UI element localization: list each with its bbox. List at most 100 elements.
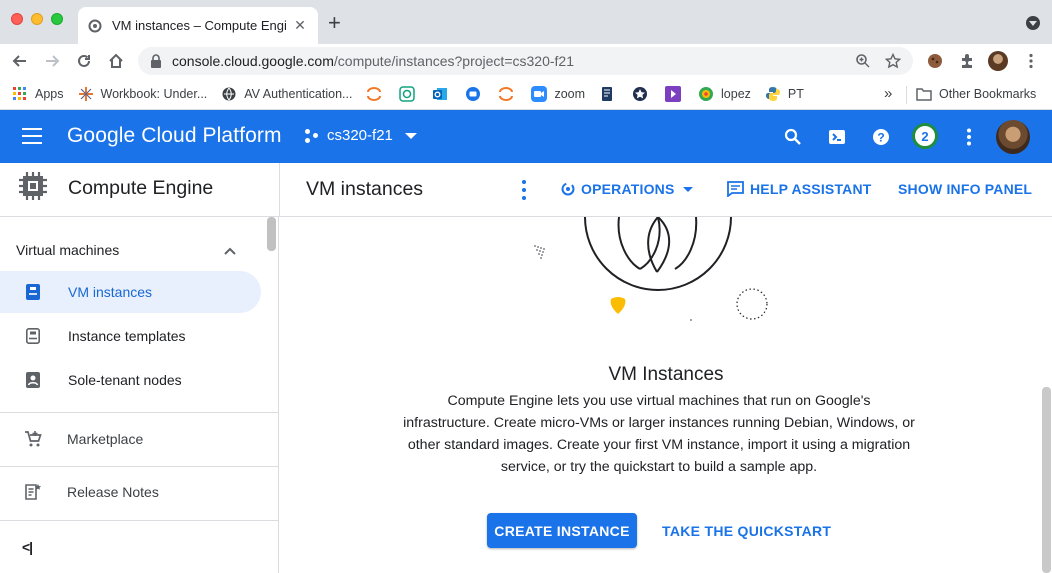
svg-text:?: ? (877, 131, 884, 145)
create-instance-button[interactable]: CREATE INSTANCE (487, 513, 637, 548)
operations-button[interactable]: OPERATIONS (561, 181, 693, 197)
chrome-menu-icon[interactable] (1021, 51, 1041, 71)
notifications-badge[interactable]: 2 (912, 123, 938, 149)
bookmark-av-authentication[interactable]: AV Authentication... (221, 86, 352, 102)
zoom-magnifier-icon[interactable] (853, 51, 873, 71)
sidebar-item-vm-instances[interactable]: VM instances (0, 271, 261, 313)
bookmark-label: AV Authentication... (244, 86, 353, 101)
home-icon[interactable] (105, 50, 127, 72)
forward-icon[interactable] (41, 50, 63, 72)
gcp-logo[interactable]: Google Cloud Platform (67, 124, 282, 148)
url-text: console.cloud.google.com/compute/instanc… (172, 53, 853, 69)
sidebar-item-marketplace[interactable]: Marketplace (0, 417, 279, 461)
collapse-sidebar-button[interactable]: <| (22, 539, 33, 555)
cart-icon (24, 430, 42, 448)
more-bookmarks-chevron[interactable]: » (884, 85, 892, 102)
release-notes-label: Release Notes (67, 484, 159, 500)
operations-label: OPERATIONS (581, 181, 675, 197)
bookmark-chat[interactable] (465, 86, 488, 102)
sidebar-item-label: VM instances (68, 284, 153, 300)
bookmark-label: lopez (721, 86, 751, 101)
cloud-shell-icon[interactable] (826, 126, 848, 148)
operations-icon (561, 182, 575, 196)
sidebar-section-title: Virtual machines (16, 242, 120, 258)
close-window-button[interactable] (11, 13, 23, 25)
account-avatar[interactable] (996, 120, 1030, 154)
product-title: Compute Engine (68, 177, 214, 199)
chevron-up-icon[interactable] (224, 244, 236, 256)
bookmark-apps[interactable]: Apps (12, 86, 64, 102)
gcp-favicon-icon (88, 19, 102, 33)
reload-icon[interactable] (73, 50, 95, 72)
vm-instance-icon (24, 283, 42, 301)
project-dots-icon (303, 128, 319, 144)
subheader-divider (279, 163, 280, 217)
bookmark-label: Apps (35, 86, 64, 101)
sidebar-scrollbar[interactable] (267, 217, 276, 251)
sidebar-divider (0, 520, 279, 521)
minimize-window-button[interactable] (31, 13, 43, 25)
bookmark-doc[interactable] (599, 86, 622, 102)
apps-grid-icon (12, 86, 28, 102)
main-scrollbar[interactable] (1042, 387, 1051, 573)
folder-icon (916, 86, 932, 102)
empty-state-title: VM Instances (608, 364, 724, 385)
browser-tab[interactable]: VM instances – Compute Engin ✕ (78, 7, 318, 44)
new-tab-button[interactable]: + (328, 12, 341, 34)
help-icon[interactable]: ? (870, 126, 892, 148)
search-icon[interactable] (782, 126, 804, 148)
tab-title: VM instances – Compute Engin (112, 18, 286, 33)
maximize-window-button[interactable] (51, 13, 63, 25)
bookmark-outlook[interactable] (432, 86, 455, 102)
bookmark-label: PT (787, 86, 804, 101)
other-bookmarks[interactable]: Other Bookmarks (916, 86, 1036, 102)
badge-icon (632, 86, 648, 102)
bookmark-lopez[interactable]: lopez (698, 86, 751, 102)
bookmark-workbook[interactable]: Workbook: Under... (78, 86, 208, 102)
sidebar: Virtual machines VM instances Instance t… (0, 217, 279, 573)
help-assistant-button[interactable]: HELP ASSISTANT (727, 181, 872, 197)
bookmark-star-icon[interactable] (883, 51, 903, 71)
bookmark-pt[interactable]: PT (765, 86, 804, 102)
release-notes-icon (24, 483, 42, 501)
page-more-vert-icon[interactable] (521, 180, 527, 200)
bookmark-jupyter-2[interactable] (498, 86, 521, 102)
sidebar-item-label: Instance templates (68, 328, 186, 344)
address-bar[interactable]: console.cloud.google.com/compute/instanc… (138, 47, 913, 75)
sidebar-item-instance-templates[interactable]: Instance templates (0, 315, 261, 357)
chevron-down-icon (682, 186, 693, 192)
bookmark-zoom[interactable]: zoom (531, 85, 585, 102)
show-info-panel-button[interactable]: SHOW INFO PANEL (898, 181, 1032, 197)
url-path: /compute/instances?project=cs320-f21 (333, 53, 574, 69)
sidebar-item-release-notes[interactable]: Release Notes (0, 470, 279, 514)
tab-search-icon[interactable] (1026, 16, 1040, 30)
close-tab-icon[interactable]: ✕ (292, 17, 308, 34)
bookmark-doc-icon (599, 86, 615, 102)
bookmark-label: Workbook: Under... (100, 86, 208, 101)
back-icon[interactable] (9, 50, 31, 72)
bookmark-openai[interactable] (399, 85, 422, 102)
take-quickstart-button[interactable]: TAKE THE QUICKSTART (654, 513, 839, 548)
sidebar-item-sole-tenant-nodes[interactable]: Sole-tenant nodes (0, 359, 261, 401)
browser-tabstrip: VM instances – Compute Engin ✕ + (0, 0, 1052, 44)
extensions-puzzle-icon[interactable] (957, 51, 977, 71)
url-host: console.cloud.google.com (172, 53, 334, 69)
sidebar-divider (0, 412, 279, 413)
sidebar-item-label: Sole-tenant nodes (68, 372, 182, 388)
bookmark-badge[interactable] (632, 86, 655, 102)
profile-avatar-icon[interactable] (988, 51, 1008, 71)
navigation-menu-icon[interactable] (22, 128, 42, 144)
sub-header: Compute Engine VM instances OPERATIONS H… (0, 163, 1052, 217)
other-bookmarks-label: Other Bookmarks (939, 87, 1037, 101)
tableau-icon (78, 86, 94, 102)
zoom-icon (531, 85, 548, 102)
project-name: cs320-f21 (327, 127, 393, 144)
project-selector[interactable]: cs320-f21 (303, 127, 417, 144)
cookie-extension-icon[interactable] (925, 51, 945, 71)
bookmark-play[interactable] (665, 85, 688, 102)
more-vert-icon[interactable] (958, 126, 980, 148)
bookmark-jupyter[interactable] (366, 86, 389, 102)
vm-illustration (280, 217, 1052, 337)
bookmarks-bar: Apps Workbook: Under... AV Authenticatio… (0, 78, 1052, 110)
page-title: VM instances (306, 178, 424, 200)
